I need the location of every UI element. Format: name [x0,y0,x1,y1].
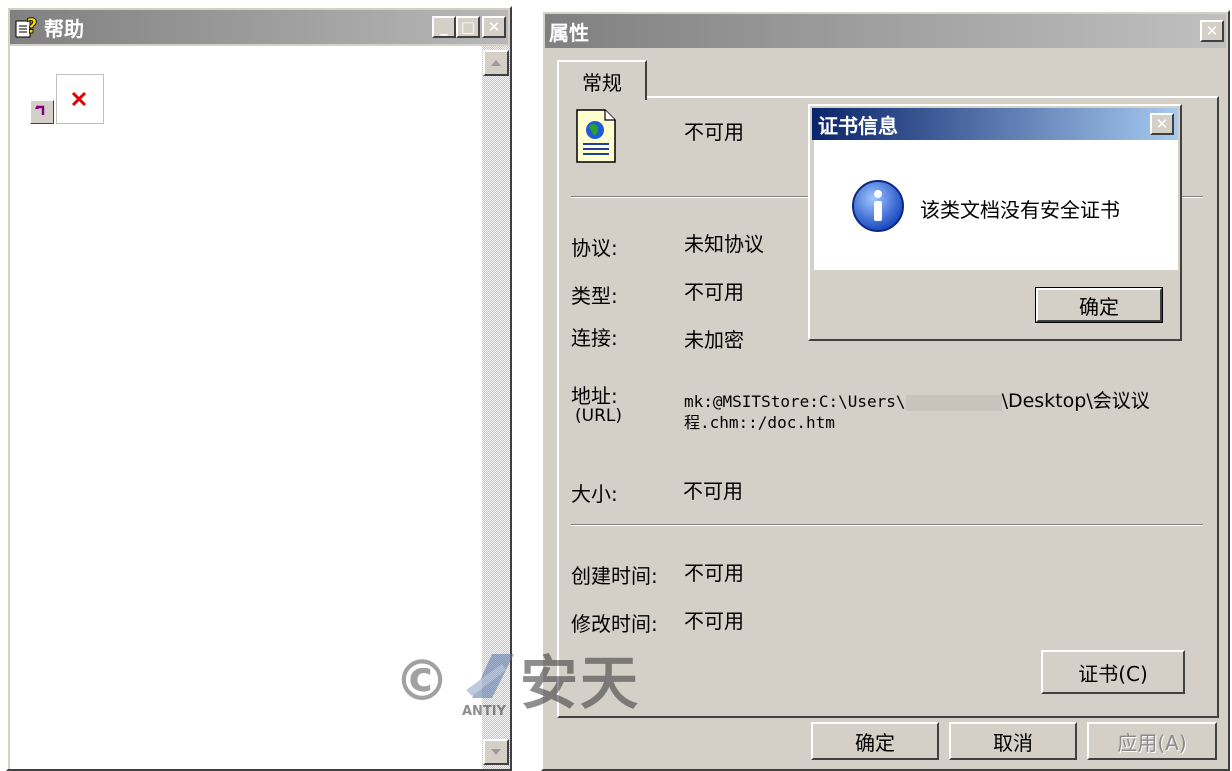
web-document-icon [573,108,619,169]
scroll-down-arrow-icon[interactable] [483,739,509,765]
cert-dialog-title: 证书信息 [818,113,898,138]
cert-dialog-titlebar[interactable]: 证书信息 ✕ [812,108,1178,140]
apply-button[interactable]: 应用(A) [1087,722,1217,760]
brand-small: ANTIY [462,704,507,719]
cert-message: 该类文档没有安全证书 [920,198,1120,222]
brand-name: 安天 [520,649,641,717]
cert-dialog-close-button[interactable]: ✕ [1150,113,1174,135]
properties-titlebar[interactable]: 属性 ✕ [545,14,1226,48]
antiy-watermark: © ANTIY 安天 [392,648,672,724]
size-label: 大小: [571,482,618,506]
scroll-up-arrow-icon[interactable] [483,50,509,76]
ok-button-label: 确定 [855,730,895,755]
connection-label: 连接: [571,326,618,350]
address-label: 地址: (URL) [571,386,622,426]
redacted-username [905,394,1002,411]
type-value: 不可用 [684,280,744,304]
close-icon: ✕ [1205,21,1219,40]
close-icon: ✕ [487,17,501,36]
cancel-button[interactable]: 取消 [949,722,1077,760]
close-icon: ✕ [1155,114,1169,133]
cancel-button-label: 取消 [993,730,1033,755]
modified-label: 修改时间: [571,612,658,636]
help-app-icon: ? [14,15,40,39]
ok-button[interactable]: 确定 [811,722,939,760]
connection-value: 未加密 [684,328,744,352]
help-window-title: 帮助 [44,16,84,41]
type-label: 类型: [571,284,618,308]
address-line1-suffix: \Desktop\会议议 [1001,390,1150,412]
address-line2: 程.chm::/doc.htm [684,413,835,432]
apply-button-label: 应用(A) [1117,730,1187,755]
broken-image-icon [56,74,104,124]
address-label-sub: (URL) [575,406,622,426]
modified-value: 不可用 [684,609,744,633]
properties-close-button[interactable]: ✕ [1200,20,1224,42]
certificate-button[interactable]: 证书(C) [1041,650,1185,694]
back-nav-icon[interactable] [30,100,54,124]
properties-window-title: 属性 [549,20,589,45]
certificate-button-label: 证书(C) [1078,661,1148,686]
tab-general-label: 常规 [582,70,622,95]
minimize-button[interactable]: _ [432,16,456,38]
file-name-value: 不可用 [684,120,744,144]
cert-dialog-body: 该类文档没有安全证书 [814,140,1178,270]
copyright-symbol: © [394,649,450,714]
address-value[interactable]: mk:@MSITStore:C:\Users\ \Desktop\会议议 程.ch… [684,391,1204,433]
cert-ok-button-label: 确定 [1079,294,1119,319]
maximize-button[interactable]: □ [456,16,480,38]
help-titlebar[interactable]: ? 帮助 _ □ ✕ [10,10,508,44]
created-label: 创建时间: [571,564,658,588]
certificate-info-dialog: 证书信息 ✕ 该类文档没有安全证书 确定 [808,104,1182,341]
separator-bottom [571,524,1203,526]
svg-text:?: ? [26,15,38,38]
tab-general[interactable]: 常规 [557,60,647,100]
created-value: 不可用 [684,561,744,585]
address-label-main: 地址: [571,384,618,408]
minimize-icon: _ [440,17,448,36]
maximize-icon: □ [460,17,476,36]
close-button[interactable]: ✕ [482,16,506,38]
protocol-label: 协议: [571,236,618,260]
address-line1-prefix: mk:@MSITStore:C:\Users\ [684,392,906,411]
antiy-logo-icon [462,650,518,709]
protocol-value: 未知协议 [684,232,764,256]
size-value: 不可用 [683,479,743,503]
cert-ok-button[interactable]: 确定 [1035,287,1163,323]
information-icon [850,178,906,239]
